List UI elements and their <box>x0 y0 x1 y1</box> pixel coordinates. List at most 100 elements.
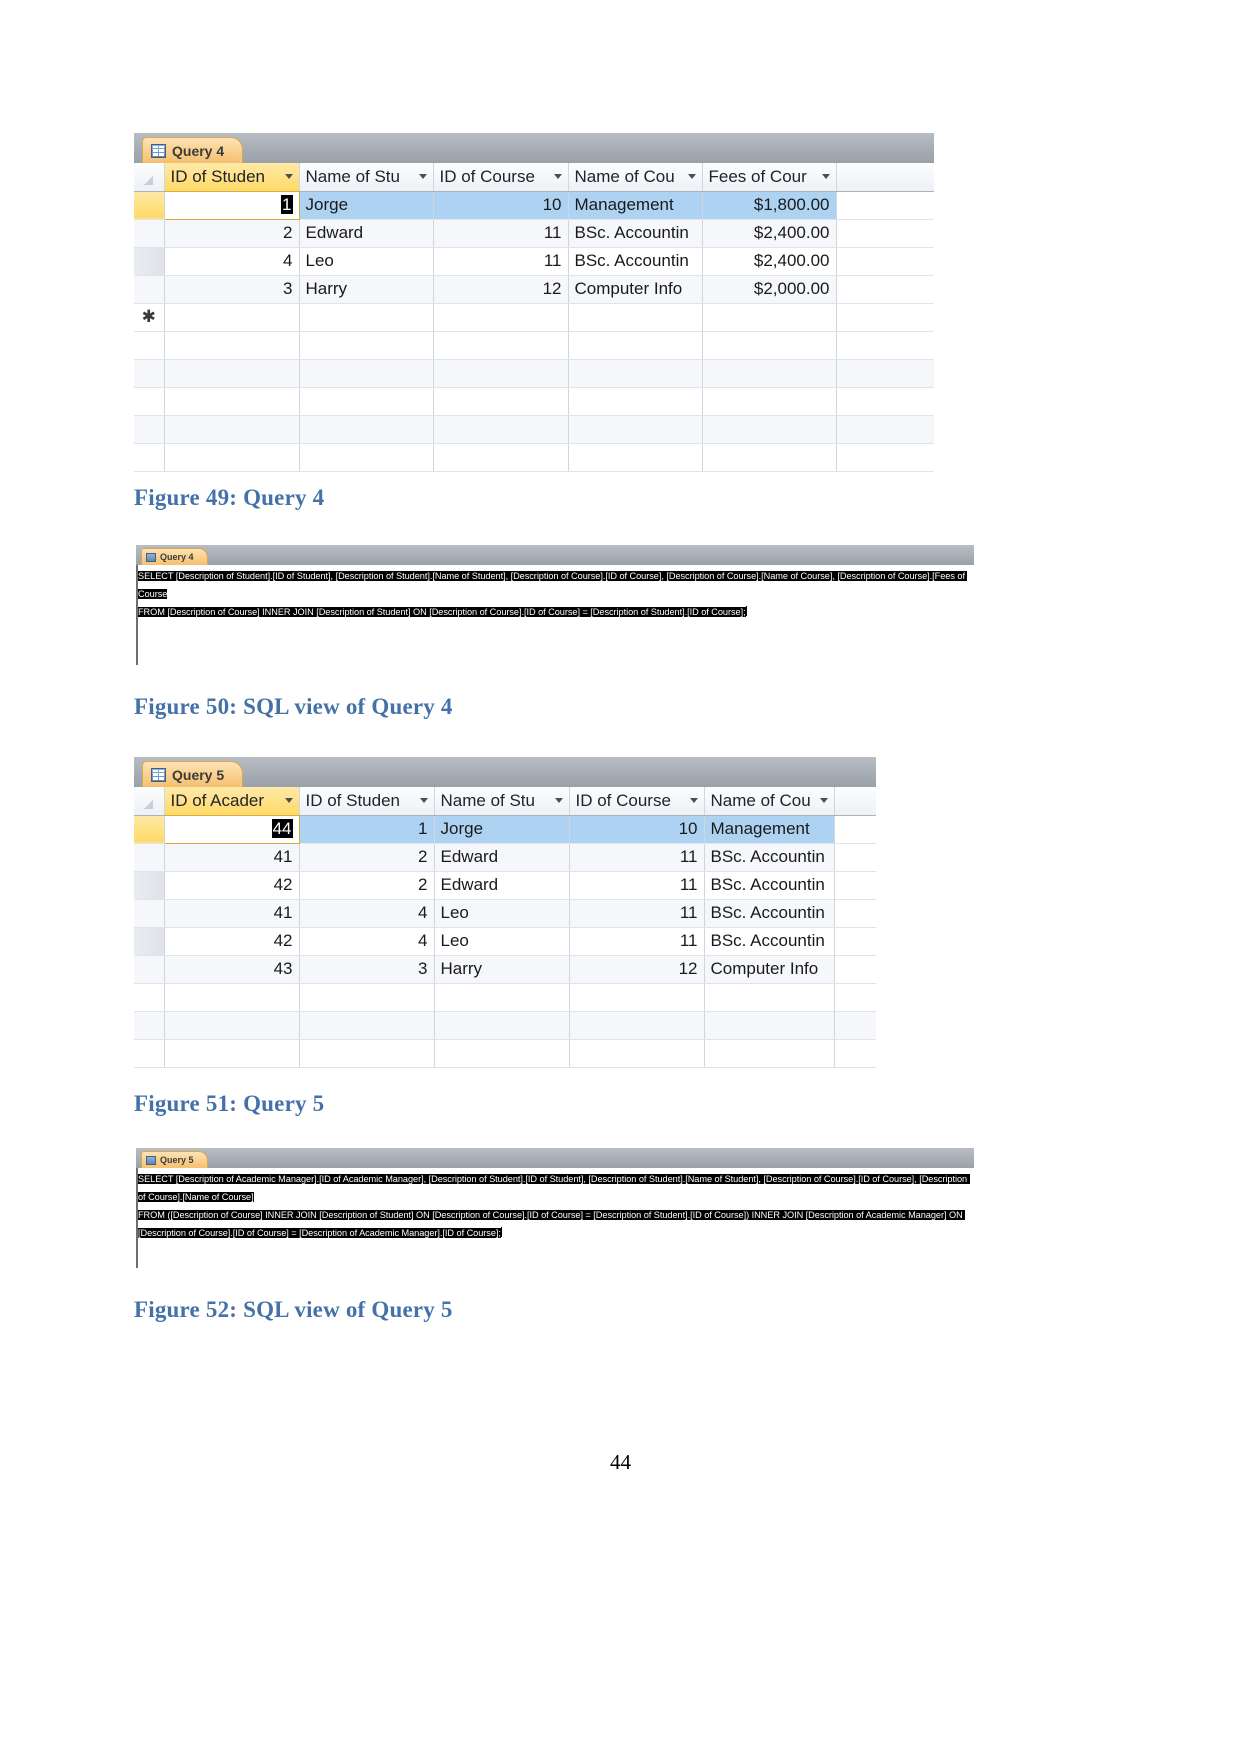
cell-fees-of-course-empty[interactable] <box>702 303 837 332</box>
cell-id-of-course-empty[interactable] <box>433 303 569 332</box>
table-row[interactable]: 44 1 Jorge 10 Management <box>134 814 876 844</box>
chevron-down-icon[interactable] <box>553 174 562 180</box>
row-selector[interactable] <box>134 219 165 248</box>
chevron-down-icon[interactable] <box>418 174 427 180</box>
sql-statement-line-2[interactable]: FROM [Description of Course] INNER JOIN … <box>138 602 974 620</box>
cell-name-of-course[interactable]: BSc. Accountin <box>568 247 703 276</box>
cell-id-of-student[interactable]: 1 <box>299 815 435 844</box>
cell-fees-of-course[interactable]: $2,000.00 <box>702 275 837 304</box>
query5-sql-editor[interactable]: SELECT [Description of Academic Manager]… <box>136 1168 974 1268</box>
column-header-id-of-academic-manager[interactable]: ID of Acader <box>164 787 300 816</box>
row-selector[interactable] <box>134 955 165 984</box>
sql-statement-line-2[interactable]: FROM ([Description of Course] INNER JOIN… <box>138 1205 974 1241</box>
row-selector[interactable] <box>134 899 165 928</box>
cell-id-of-student[interactable]: 2 <box>164 219 300 248</box>
cell-id-of-student[interactable]: 3 <box>164 275 300 304</box>
cell-name-of-student[interactable]: Jorge <box>434 815 570 844</box>
cell-id-of-student[interactable]: 4 <box>299 899 435 928</box>
cell-id-of-course[interactable]: 11 <box>569 871 705 900</box>
cell-name-of-course[interactable]: Management <box>568 191 703 220</box>
cell-id-of-student[interactable]: 3 <box>299 955 435 984</box>
new-record-selector[interactable]: ✱ <box>134 303 165 332</box>
chevron-down-icon[interactable] <box>419 798 428 804</box>
sql-statement-line-1[interactable]: SELECT [Description of Academic Manager]… <box>138 1169 974 1205</box>
table-row[interactable]: 42 2 Edward 11 BSc. Accountin <box>134 871 876 900</box>
cell-id-of-academic-manager[interactable]: 41 <box>164 899 300 928</box>
cell-id-of-course[interactable]: 11 <box>433 247 569 276</box>
cell-name-of-course[interactable]: BSc. Accountin <box>704 899 835 928</box>
row-selector[interactable] <box>134 275 165 304</box>
table-row[interactable]: 1 Jorge 10 Management $1,800.00 <box>134 190 934 220</box>
cell-id-of-student[interactable]: 2 <box>299 843 435 872</box>
cell-id-of-course[interactable]: 10 <box>433 191 569 220</box>
cell-id-of-student[interactable]: 4 <box>164 247 300 276</box>
row-selector[interactable] <box>134 815 165 844</box>
chevron-down-icon[interactable] <box>687 174 696 180</box>
cell-name-of-student[interactable]: Harry <box>434 955 570 984</box>
tab-query5-sql[interactable]: Query 5 <box>141 1151 208 1168</box>
cell-name-of-course[interactable]: BSc. Accountin <box>704 871 835 900</box>
cell-id-of-student[interactable]: 2 <box>299 871 435 900</box>
row-selector[interactable] <box>134 843 165 872</box>
column-header-name-of-student[interactable]: Name of Stu <box>434 787 570 816</box>
new-record-row[interactable]: ✱ <box>134 303 934 332</box>
tab-query5[interactable]: Query 5 <box>142 761 244 787</box>
cell-fees-of-course[interactable]: $2,400.00 <box>702 247 837 276</box>
cell-name-of-student[interactable]: Edward <box>299 219 434 248</box>
row-selector[interactable] <box>134 871 165 900</box>
table-row[interactable]: 2 Edward 11 BSc. Accountin $2,400.00 <box>134 219 934 248</box>
cell-name-of-student[interactable]: Leo <box>299 247 434 276</box>
cell-name-of-course[interactable]: BSc. Accountin <box>568 219 703 248</box>
cell-id-of-academic-manager[interactable]: 42 <box>164 927 300 956</box>
column-header-id-of-student[interactable]: ID of Studen <box>299 787 435 816</box>
column-header-name-of-student[interactable]: Name of Stu <box>299 163 434 192</box>
chevron-down-icon[interactable] <box>819 798 828 804</box>
tab-query4-sql[interactable]: Query 4 <box>141 548 208 565</box>
cell-fees-of-course[interactable]: $1,800.00 <box>702 191 837 220</box>
cell-name-of-course[interactable]: BSc. Accountin <box>704 927 835 956</box>
column-header-name-of-course[interactable]: Name of Cou <box>704 787 835 816</box>
cell-id-of-student[interactable]: 1 <box>163 190 300 220</box>
cell-id-of-course[interactable]: 11 <box>569 899 705 928</box>
chevron-down-icon[interactable] <box>821 174 830 180</box>
cell-name-of-student[interactable]: Edward <box>434 871 570 900</box>
chevron-down-icon[interactable] <box>689 798 698 804</box>
cell-id-of-academic-manager[interactable]: 44 <box>163 814 300 844</box>
chevron-down-icon[interactable] <box>554 798 563 804</box>
cell-name-of-student[interactable]: Leo <box>434 927 570 956</box>
table-row[interactable]: 41 4 Leo 11 BSc. Accountin <box>134 899 876 928</box>
cell-id-of-academic-manager[interactable]: 41 <box>164 843 300 872</box>
cell-id-of-academic-manager[interactable]: 42 <box>164 871 300 900</box>
row-selector[interactable] <box>134 927 165 956</box>
cell-id-of-course[interactable]: 10 <box>569 815 705 844</box>
cell-name-of-student[interactable]: Harry <box>299 275 434 304</box>
row-selector[interactable] <box>134 247 165 276</box>
cell-id-of-student-empty[interactable] <box>164 303 300 332</box>
cell-name-of-student[interactable]: Edward <box>434 843 570 872</box>
sql-statement-line-1[interactable]: SELECT [Description of Student].[ID of S… <box>138 566 974 602</box>
cell-name-of-course[interactable]: Computer Info <box>704 955 835 984</box>
cell-name-of-student[interactable]: Jorge <box>299 191 434 220</box>
cell-name-of-student-empty[interactable] <box>299 303 434 332</box>
cell-name-of-course-empty[interactable] <box>568 303 703 332</box>
column-header-name-of-course[interactable]: Name of Cou <box>568 163 703 192</box>
cell-id-of-course[interactable]: 11 <box>433 219 569 248</box>
cell-name-of-course[interactable]: Computer Info <box>568 275 703 304</box>
select-all-corner[interactable] <box>134 163 165 192</box>
column-header-id-of-student[interactable]: ID of Studen <box>164 163 300 192</box>
column-header-id-of-course[interactable]: ID of Course <box>569 787 705 816</box>
cell-fees-of-course[interactable]: $2,400.00 <box>702 219 837 248</box>
cell-id-of-course[interactable]: 12 <box>433 275 569 304</box>
select-all-corner[interactable] <box>134 787 165 816</box>
cell-id-of-course[interactable]: 11 <box>569 843 705 872</box>
column-header-fees-of-course[interactable]: Fees of Cour <box>702 163 837 192</box>
table-row[interactable]: 4 Leo 11 BSc. Accountin $2,400.00 <box>134 247 934 276</box>
table-row[interactable]: 43 3 Harry 12 Computer Info <box>134 955 876 984</box>
column-header-id-of-course[interactable]: ID of Course <box>433 163 569 192</box>
table-row[interactable]: 42 4 Leo 11 BSc. Accountin <box>134 927 876 956</box>
cell-name-of-course[interactable]: Management <box>704 815 835 844</box>
table-row[interactable]: 3 Harry 12 Computer Info $2,000.00 <box>134 275 934 304</box>
cell-name-of-course[interactable]: BSc. Accountin <box>704 843 835 872</box>
row-selector[interactable] <box>134 191 165 220</box>
cell-id-of-course[interactable]: 11 <box>569 927 705 956</box>
